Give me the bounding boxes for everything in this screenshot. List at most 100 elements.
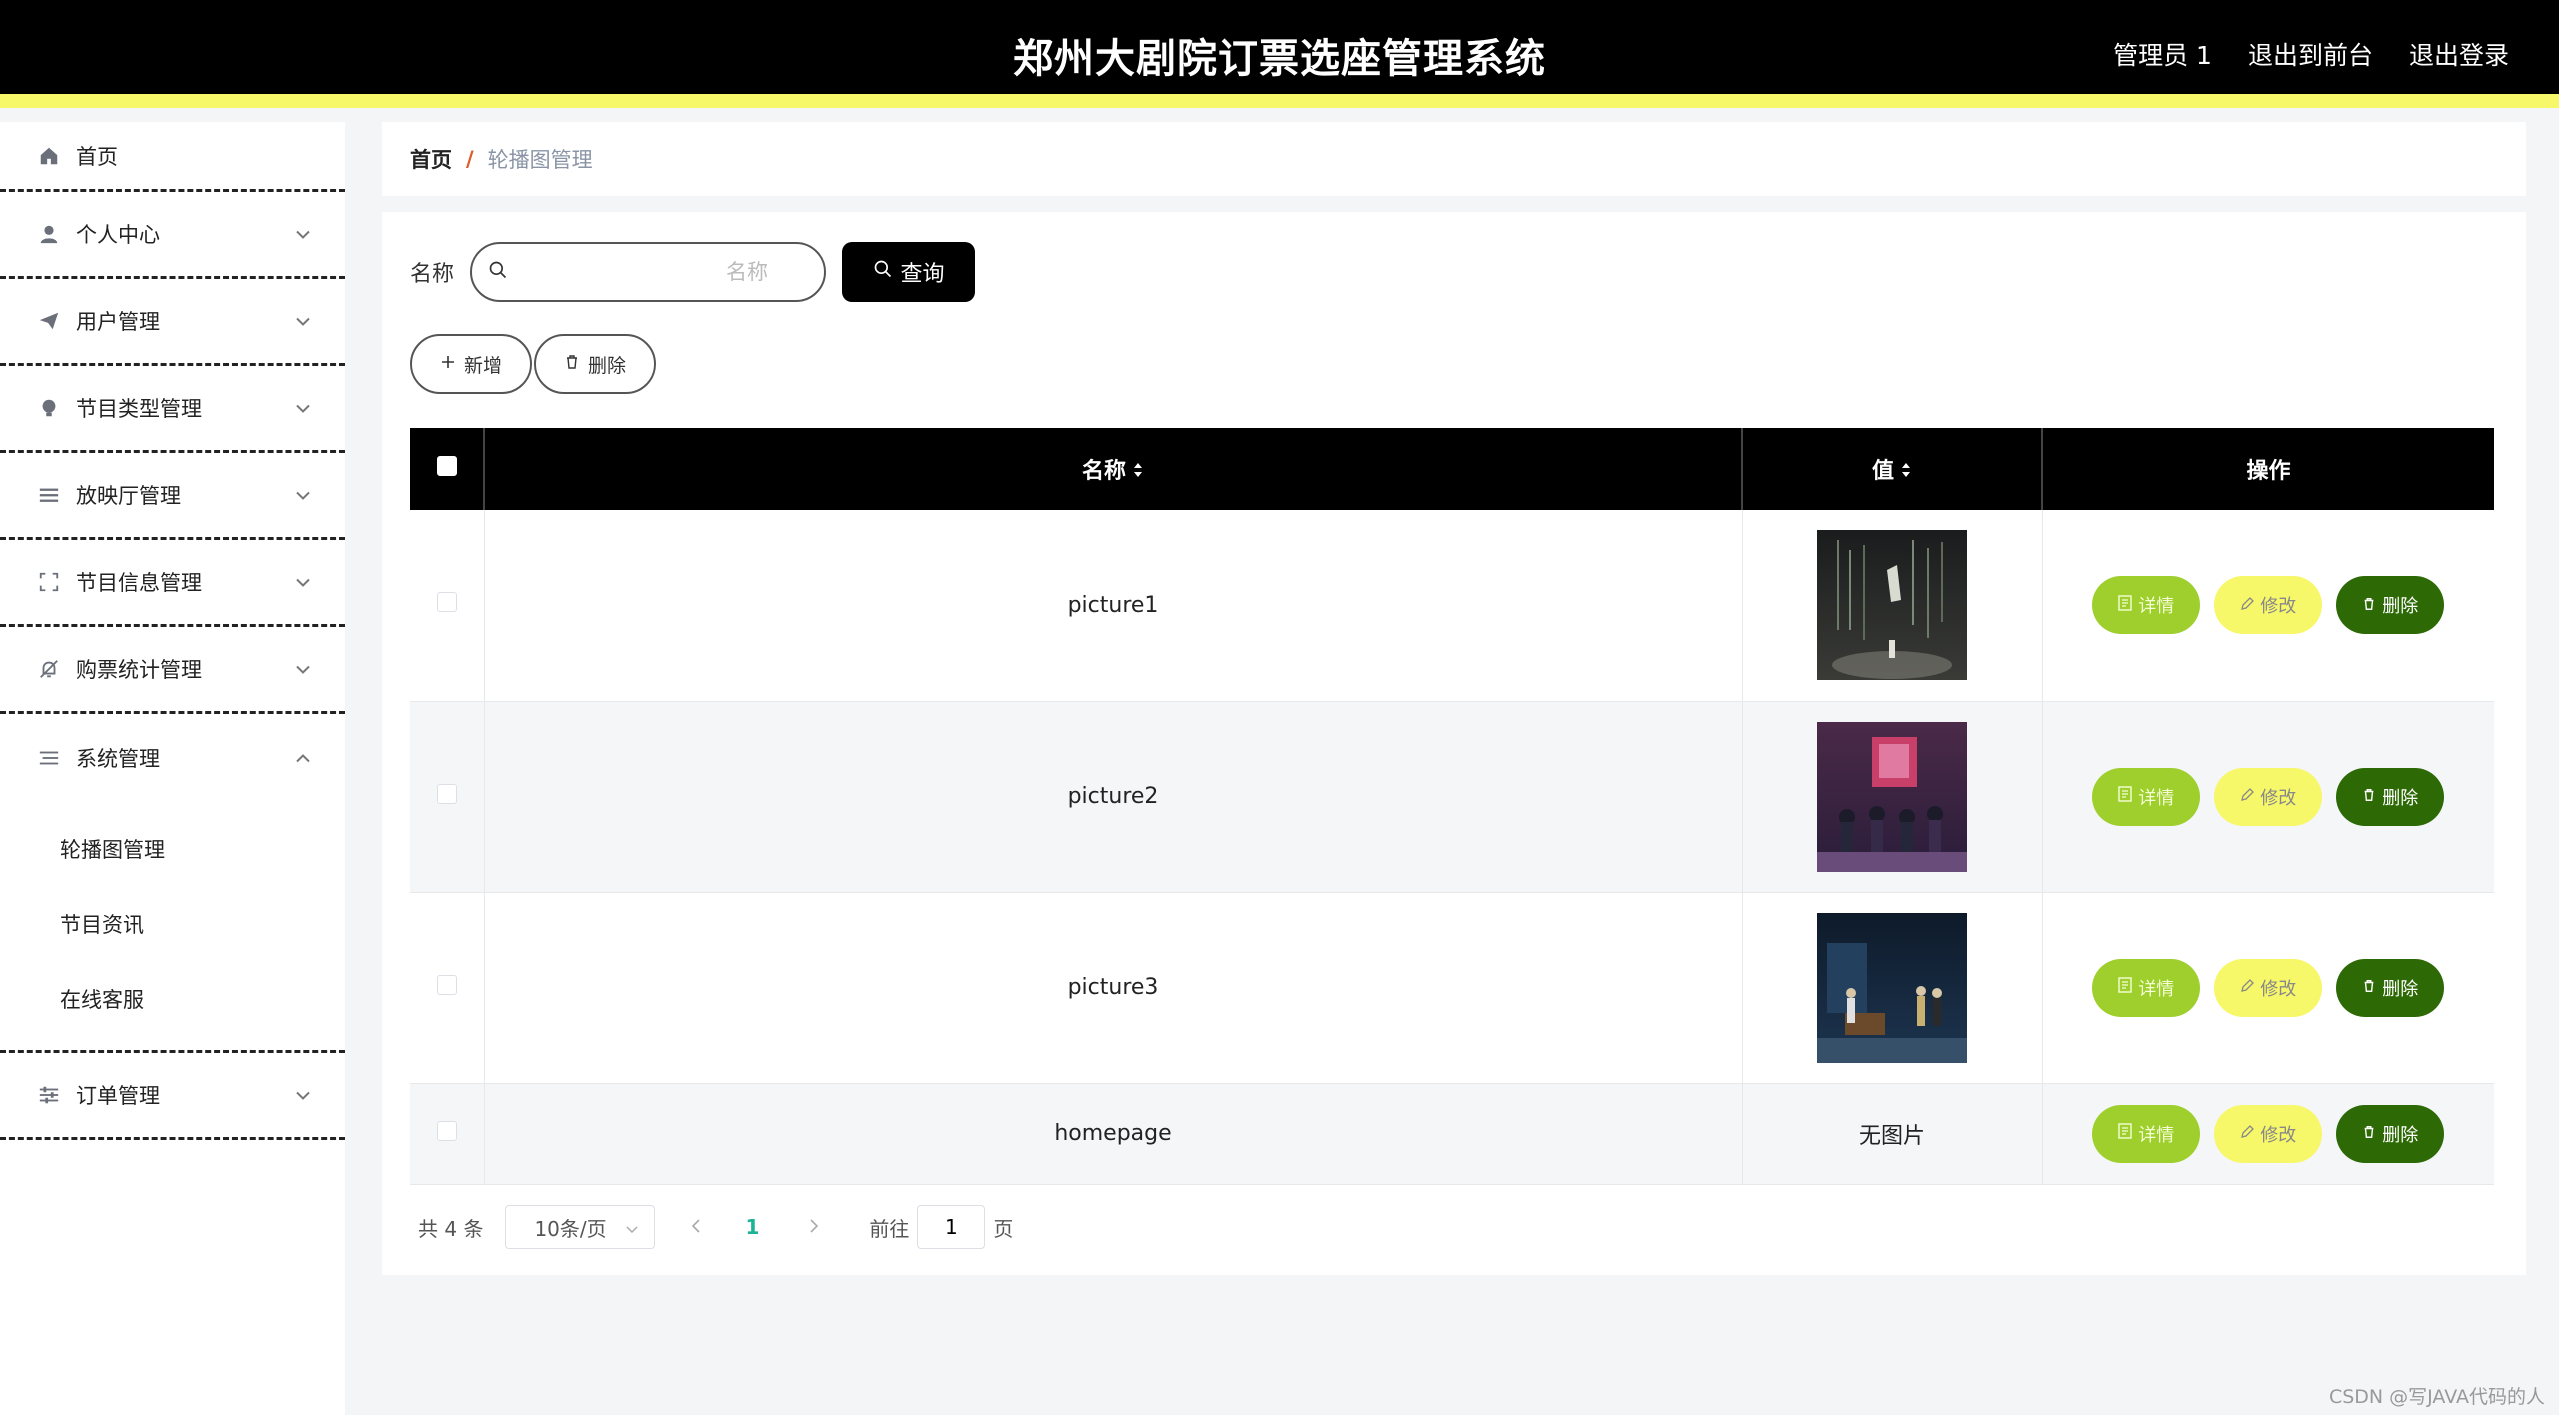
chevron-down-icon: [295, 1086, 311, 1105]
edit-label: 修改: [2260, 978, 2297, 1000]
trash-icon: [2362, 1123, 2376, 1144]
table-row: picture2 详情 修改 删除: [410, 701, 2494, 892]
edit-icon: [2240, 1123, 2255, 1144]
submenu-item-program-news[interactable]: 节目资讯: [0, 886, 345, 961]
trash-icon: [564, 353, 580, 375]
detail-button[interactable]: 详情: [2092, 576, 2201, 635]
select-all-checkbox[interactable]: [436, 456, 457, 476]
detail-label: 详情: [2138, 1124, 2175, 1146]
search-icon: [873, 259, 893, 285]
page-size-value: 10条/页: [534, 1216, 607, 1241]
search-label: 名称: [410, 262, 455, 287]
stage-image-1[interactable]: [1817, 530, 1967, 681]
edit-icon: [2240, 595, 2255, 616]
detail-button[interactable]: 详情: [2092, 767, 2201, 826]
page-number-current[interactable]: 1: [745, 1215, 759, 1239]
chevron-down-icon: [295, 486, 311, 505]
sidebar-item-personal-center[interactable]: 个人中心: [0, 192, 345, 279]
sort-icon[interactable]: [1132, 460, 1144, 485]
row-checkbox[interactable]: [436, 783, 457, 804]
detail-label: 详情: [2138, 787, 2175, 809]
next-page-button[interactable]: [809, 1215, 819, 1239]
sidebar-item-label: 个人中心: [76, 223, 160, 247]
stage-image-3[interactable]: [1817, 912, 1967, 1063]
add-button-label: 新增: [464, 354, 503, 377]
query-button[interactable]: 查询: [842, 242, 976, 302]
add-button[interactable]: 新增: [410, 334, 533, 394]
edit-label: 修改: [2260, 787, 2297, 809]
detail-button[interactable]: 详情: [2092, 1104, 2201, 1163]
submenu-item-online-service[interactable]: 在线客服: [0, 961, 345, 1036]
value-cell: [1742, 701, 2043, 892]
row-checkbox[interactable]: [436, 974, 457, 995]
sidebar-item-label: 订单管理: [76, 1084, 160, 1108]
submenu-item-carousel[interactable]: 轮播图管理: [0, 811, 345, 886]
ops-cell: 详情 修改 删除: [2042, 510, 2494, 701]
edit-button[interactable]: 修改: [2214, 767, 2323, 826]
sidebar-item-hall-management[interactable]: 放映厅管理: [0, 453, 345, 540]
batch-delete-button[interactable]: 删除: [534, 334, 657, 394]
action-row: 新增 删除: [410, 334, 657, 394]
edit-button[interactable]: 修改: [2214, 1104, 2323, 1163]
sidebar-item-program-info[interactable]: 节目信息管理: [0, 540, 345, 627]
fullscreen-icon: [36, 569, 62, 595]
delete-label: 删除: [2382, 1124, 2419, 1146]
delete-button[interactable]: 删除: [2336, 958, 2445, 1017]
sidebar-item-order-management[interactable]: 订单管理: [0, 1053, 345, 1140]
row-select-cell: [410, 701, 485, 892]
system-submenu: 轮播图管理 节目资讯 在线客服: [0, 801, 345, 1053]
detail-button[interactable]: 详情: [2092, 958, 2201, 1017]
trash-icon: [2362, 977, 2376, 998]
delete-button[interactable]: 删除: [2336, 1104, 2445, 1163]
list-icon: [36, 482, 62, 508]
sidebar-item-ticket-stats[interactable]: 购票统计管理: [0, 627, 345, 714]
edit-icon: [2240, 786, 2255, 807]
stage-image-2[interactable]: [1817, 721, 1967, 872]
row-select-cell: [410, 510, 485, 701]
logout-link[interactable]: 退出登录: [2409, 36, 2509, 72]
document-icon: [2118, 786, 2132, 807]
prev-page-button[interactable]: [691, 1215, 701, 1239]
admin-user-link[interactable]: 管理员 1: [2113, 36, 2212, 72]
edit-button[interactable]: 修改: [2214, 958, 2323, 1017]
bell-off-icon: [36, 656, 62, 682]
search-input[interactable]: [508, 260, 809, 284]
header-ops: 操作: [2246, 459, 2291, 484]
row-checkbox[interactable]: [436, 1120, 457, 1141]
name-cell: homepage: [484, 1083, 1743, 1184]
breadcrumb-home[interactable]: 首页: [410, 144, 452, 174]
document-icon: [2118, 1123, 2132, 1144]
name-cell: picture3: [484, 892, 1743, 1083]
header-select-all[interactable]: [410, 428, 485, 510]
table-header-row: 名称 值 操作: [410, 428, 2494, 510]
header-value-label: 值: [1871, 459, 1894, 484]
edit-icon: [2240, 977, 2255, 998]
sort-icon[interactable]: [1900, 460, 1912, 485]
chevron-down-icon: [295, 225, 311, 244]
sidebar-item-home[interactable]: 首页: [0, 122, 345, 192]
document-icon: [2118, 595, 2132, 616]
trash-icon: [2362, 786, 2376, 807]
goto-page-input[interactable]: [917, 1205, 986, 1249]
sidebar-item-user-management[interactable]: 用户管理: [0, 279, 345, 366]
sidebar-item-system-management[interactable]: 系统管理: [0, 714, 345, 801]
edit-label: 修改: [2260, 1124, 2297, 1146]
top-header: 郑州大剧院订票选座管理系统 管理员 1 退出到前台 退出登录: [0, 0, 2559, 108]
delete-button[interactable]: 删除: [2336, 767, 2445, 826]
chevron-down-icon: [295, 573, 311, 592]
edit-button[interactable]: 修改: [2214, 576, 2323, 635]
batch-delete-label: 删除: [588, 354, 627, 377]
delete-label: 删除: [2382, 596, 2419, 618]
header-name[interactable]: 名称: [484, 428, 1743, 510]
delete-button[interactable]: 删除: [2336, 576, 2445, 635]
header-value[interactable]: 值: [1742, 428, 2043, 510]
sidebar-item-program-type[interactable]: 节目类型管理: [0, 366, 345, 453]
chevron-down-icon: [626, 1215, 638, 1239]
chevron-down-icon: [295, 399, 311, 418]
breadcrumb-separator: /: [466, 147, 474, 171]
sliders-icon: [36, 1082, 62, 1108]
page-size-select[interactable]: 10条/页: [505, 1205, 656, 1249]
exit-to-frontend-link[interactable]: 退出到前台: [2248, 36, 2373, 72]
row-checkbox[interactable]: [436, 592, 457, 613]
value-cell: [1742, 510, 2043, 701]
